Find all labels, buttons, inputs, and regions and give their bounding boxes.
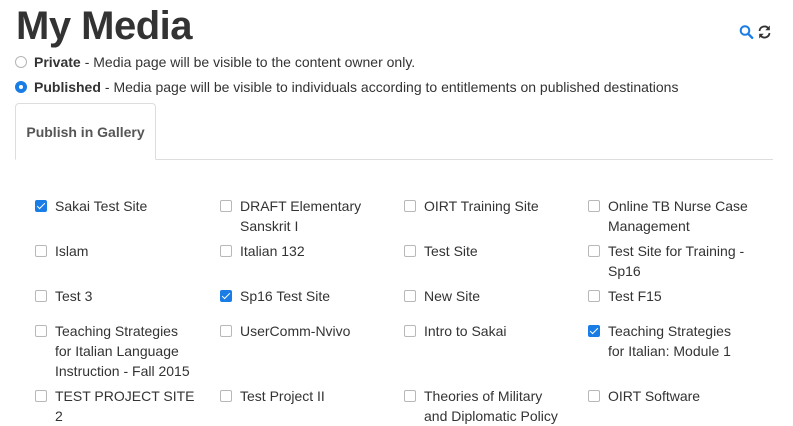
privacy-private-option[interactable]: Private - Media page will be visible to … xyxy=(15,54,415,70)
site-checkbox[interactable] xyxy=(35,200,47,212)
site-label: OIRT Training Site xyxy=(424,198,539,214)
site-label: Sp16 Test Site xyxy=(240,288,331,304)
site-label: Test Project II xyxy=(240,388,325,404)
site-option[interactable]: Test Site xyxy=(404,241,564,261)
site-option[interactable]: Test F15 xyxy=(588,286,748,306)
site-label: Teaching Strategies for Italian: Module … xyxy=(608,323,731,359)
site-option[interactable]: Test Project II xyxy=(220,386,380,406)
site-checkbox[interactable] xyxy=(588,390,600,402)
site-checkbox[interactable] xyxy=(588,200,600,212)
site-option[interactable]: Test 3 xyxy=(35,286,195,306)
site-checkbox[interactable] xyxy=(35,390,47,402)
site-label: DRAFT Elementary Sanskrit I xyxy=(240,198,362,234)
site-checkbox[interactable] xyxy=(220,325,232,337)
search-icon[interactable] xyxy=(739,24,754,40)
site-checkbox[interactable] xyxy=(588,245,600,257)
site-checkbox[interactable] xyxy=(404,200,416,212)
site-option[interactable]: Sp16 Test Site xyxy=(220,286,380,306)
site-option[interactable]: Islam xyxy=(35,241,195,261)
site-checkbox[interactable] xyxy=(220,290,232,302)
site-option[interactable]: OIRT Software xyxy=(588,386,748,406)
site-checkbox[interactable] xyxy=(588,290,600,302)
site-option[interactable]: Test Site for Training - Sp16 xyxy=(588,241,748,281)
site-checkbox[interactable] xyxy=(404,325,416,337)
site-option[interactable]: New Site xyxy=(404,286,564,306)
privacy-published-option[interactable]: Published - Media page will be visible t… xyxy=(15,79,678,95)
site-option[interactable]: DRAFT Elementary Sanskrit I xyxy=(220,196,380,236)
published-description: - Media page will be visible to individu… xyxy=(104,79,679,95)
site-label: Italian 132 xyxy=(240,243,305,259)
site-option[interactable]: UserComm-Nvivo xyxy=(220,321,380,341)
site-option[interactable]: Teaching Strategies for Italian Language… xyxy=(35,321,195,381)
site-option[interactable]: Online TB Nurse Case Management xyxy=(588,196,748,236)
site-label: Test 3 xyxy=(55,288,93,304)
toolbar xyxy=(739,24,772,40)
site-label: Intro to Sakai xyxy=(424,323,507,339)
site-label: Test Site for Training - Sp16 xyxy=(608,243,745,279)
page-title: My Media xyxy=(16,4,193,48)
site-checkbox[interactable] xyxy=(588,325,600,337)
site-label: Test F15 xyxy=(608,288,662,304)
site-label: Theories of Military and Diplomatic Poli… xyxy=(424,388,558,424)
site-label: UserComm-Nvivo xyxy=(240,323,351,339)
private-description: - Media page will be visible to the cont… xyxy=(84,54,416,70)
tab-publish-in-gallery[interactable]: Publish in Gallery xyxy=(15,103,156,160)
site-label: Teaching Strategies for Italian Language… xyxy=(55,323,190,379)
site-checkbox[interactable] xyxy=(35,290,47,302)
site-label: TEST PROJECT SITE 2 xyxy=(55,388,195,424)
site-option[interactable]: TEST PROJECT SITE 2 xyxy=(35,386,195,426)
site-checkbox[interactable] xyxy=(404,245,416,257)
site-option[interactable]: Sakai Test Site xyxy=(35,196,195,216)
site-option[interactable]: Teaching Strategies for Italian: Module … xyxy=(588,321,748,361)
private-radio[interactable] xyxy=(15,56,27,68)
site-option[interactable]: Intro to Sakai xyxy=(404,321,564,341)
site-label: Online TB Nurse Case Management xyxy=(608,198,748,234)
site-checkbox[interactable] xyxy=(404,390,416,402)
site-checkbox[interactable] xyxy=(35,245,47,257)
site-label: Islam xyxy=(55,243,89,259)
published-label: Published xyxy=(34,79,101,95)
site-label: Sakai Test Site xyxy=(55,198,148,214)
private-label: Private xyxy=(34,54,81,70)
site-option[interactable]: Italian 132 xyxy=(220,241,380,261)
site-checkbox[interactable] xyxy=(404,290,416,302)
site-label: New Site xyxy=(424,288,481,304)
published-radio[interactable] xyxy=(15,81,27,93)
site-checkbox[interactable] xyxy=(35,325,47,337)
site-checkbox[interactable] xyxy=(220,245,232,257)
site-label: OIRT Software xyxy=(608,388,701,404)
site-option[interactable]: OIRT Training Site xyxy=(404,196,564,216)
site-option[interactable]: Theories of Military and Diplomatic Poli… xyxy=(404,386,564,426)
refresh-icon[interactable] xyxy=(757,24,772,40)
site-label: Test Site xyxy=(424,243,478,259)
site-checkbox[interactable] xyxy=(220,200,232,212)
site-checkbox[interactable] xyxy=(220,390,232,402)
